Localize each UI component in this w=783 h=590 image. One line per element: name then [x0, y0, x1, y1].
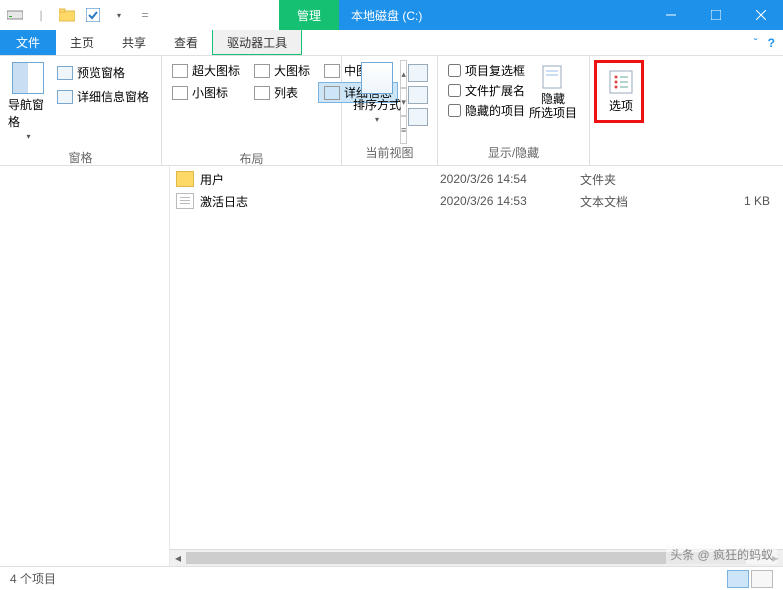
qat-dropdown-icon[interactable]: ▾ — [108, 4, 130, 26]
add-columns-icon[interactable] — [408, 86, 428, 104]
maximize-button[interactable] — [693, 0, 738, 30]
ribbon-group-panes: 导航窗格 ▾ 预览窗格 详细信息窗格 窗格 — [0, 56, 162, 165]
window-controls — [648, 0, 783, 30]
tab-home[interactable]: 主页 — [56, 30, 108, 55]
details-icon — [324, 86, 340, 100]
tab-share[interactable]: 共享 — [108, 30, 160, 55]
size-columns-icon[interactable] — [408, 108, 428, 126]
nav-pane-icon — [12, 62, 44, 94]
layout-small[interactable]: 小图标 — [166, 82, 246, 103]
file-date: 2020/3/26 14:54 — [440, 172, 580, 186]
folder-icon — [176, 171, 194, 187]
file-type: 文件夹 — [580, 171, 700, 188]
checkbox-item-checkboxes[interactable]: 项目复选框 — [448, 62, 525, 79]
content-area: 用户 2020/3/26 14:54 文件夹 激活日志 2020/3/26 14… — [0, 166, 783, 566]
chevron-down-icon: ▾ — [375, 115, 379, 124]
file-type: 文本文档 — [580, 193, 700, 210]
hide-selected-button[interactable]: 隐藏 所选项目 — [529, 60, 577, 123]
list-icon — [254, 86, 270, 100]
checkbox-file-extensions[interactable]: 文件扩展名 — [448, 82, 525, 99]
layout-label: 小图标 — [192, 84, 228, 101]
checkbox-input[interactable] — [448, 64, 461, 77]
ribbon-group-options: 选项 — [590, 56, 648, 165]
folder-icon[interactable] — [56, 4, 78, 26]
large-icon — [254, 64, 270, 78]
small-icon — [172, 86, 188, 100]
details-pane-icon — [57, 90, 73, 104]
group-label-show-hide: 显示/隐藏 — [438, 142, 589, 165]
details-pane-label: 详细信息窗格 — [77, 88, 149, 105]
extra-large-icon — [172, 64, 188, 78]
checkbox-input[interactable] — [448, 84, 461, 97]
chevron-down-icon: ▾ — [26, 132, 30, 141]
ribbon-group-current-view: 排序方式 ▾ 当前视图 — [342, 56, 438, 165]
medium-icon — [324, 64, 340, 78]
options-icon — [608, 69, 634, 95]
drive-icon — [4, 4, 26, 26]
options-button[interactable]: 选项 — [601, 67, 641, 116]
file-size: 1 KB — [700, 194, 770, 208]
checkbox-hidden-items[interactable]: 隐藏的项目 — [448, 102, 525, 119]
hide-selected-label: 隐藏 所选项目 — [529, 92, 577, 121]
preview-pane-icon — [57, 66, 73, 80]
ribbon-tabs: 文件 主页 共享 查看 驱动器工具 ˇ ? — [0, 30, 783, 56]
layout-large[interactable]: 大图标 — [248, 60, 316, 81]
list-item[interactable]: 用户 2020/3/26 14:54 文件夹 — [170, 168, 783, 190]
quick-access-toolbar: | ▾ = — [0, 4, 160, 26]
ribbon: 导航窗格 ▾ 预览窗格 详细信息窗格 窗格 超大图标 大图标 中图标 小图标 列… — [0, 56, 783, 166]
scroll-left-icon[interactable]: ◂ — [170, 550, 186, 566]
options-label: 选项 — [609, 97, 633, 114]
layout-label: 大图标 — [274, 62, 310, 79]
file-date: 2020/3/26 14:53 — [440, 194, 580, 208]
title-bar: | ▾ = 管理 本地磁盘 (C:) — [0, 0, 783, 30]
checkbox-input[interactable] — [448, 104, 461, 117]
minimize-button[interactable] — [648, 0, 693, 30]
group-by-icon[interactable] — [408, 64, 428, 82]
hide-selected-icon — [539, 62, 567, 90]
text-file-icon — [176, 193, 194, 209]
watermark: 头条 @ 疯狂的蚂蚁 — [666, 545, 777, 564]
preview-pane-button[interactable]: 预览窗格 — [53, 62, 153, 83]
options-highlight: 选项 — [594, 60, 644, 123]
file-name: 激活日志 — [200, 193, 440, 210]
chk-label: 隐藏的项目 — [465, 102, 525, 119]
navigation-pane[interactable] — [0, 166, 170, 566]
thumbnails-view-toggle[interactable] — [751, 570, 773, 588]
file-list[interactable]: 用户 2020/3/26 14:54 文件夹 激活日志 2020/3/26 14… — [170, 166, 783, 566]
file-rows: 用户 2020/3/26 14:54 文件夹 激活日志 2020/3/26 14… — [170, 166, 783, 549]
nav-pane-label: 导航窗格 — [8, 96, 49, 130]
sort-label: 排序方式 — [353, 96, 401, 113]
properties-icon[interactable] — [82, 4, 104, 26]
tab-file[interactable]: 文件 — [0, 30, 56, 55]
close-button[interactable] — [738, 0, 783, 30]
details-view-toggle[interactable] — [727, 570, 749, 588]
list-item[interactable]: 激活日志 2020/3/26 14:53 文本文档 1 KB — [170, 190, 783, 212]
qat-overflow[interactable]: = — [134, 4, 156, 26]
sort-icon — [361, 62, 393, 94]
window-title: 本地磁盘 (C:) — [339, 0, 648, 30]
tab-drive-tools[interactable]: 驱动器工具 — [212, 30, 302, 55]
layout-label: 超大图标 — [192, 62, 240, 79]
preview-pane-label: 预览窗格 — [77, 64, 125, 81]
layout-label: 列表 — [274, 84, 298, 101]
help-icon[interactable]: ? — [768, 36, 775, 50]
ribbon-collapse-icon[interactable]: ˇ — [754, 36, 758, 50]
details-pane-button[interactable]: 详细信息窗格 — [53, 86, 153, 107]
status-bar: 4 个项目 — [0, 566, 783, 590]
nav-pane-button[interactable]: 导航窗格 ▾ — [6, 60, 51, 143]
layout-list[interactable]: 列表 — [248, 82, 316, 103]
ribbon-group-layout: 超大图标 大图标 中图标 小图标 列表 详细信息 ▴ ▾ ≡ 布局 — [162, 56, 342, 165]
group-label-current-view: 当前视图 — [342, 142, 437, 165]
qat-sep: | — [30, 4, 52, 26]
tab-view[interactable]: 查看 — [160, 30, 212, 55]
ribbon-group-show-hide: 项目复选框 文件扩展名 隐藏的项目 隐藏 所选项目 显示/隐藏 — [438, 56, 590, 165]
file-name: 用户 — [200, 171, 440, 188]
status-text: 4 个项目 — [10, 570, 56, 587]
context-tab-manage[interactable]: 管理 — [279, 0, 339, 30]
sort-button[interactable]: 排序方式 ▾ — [348, 60, 406, 126]
chk-label: 项目复选框 — [465, 62, 525, 79]
chk-label: 文件扩展名 — [465, 82, 525, 99]
scroll-thumb[interactable] — [186, 552, 746, 564]
layout-extra-large[interactable]: 超大图标 — [166, 60, 246, 81]
